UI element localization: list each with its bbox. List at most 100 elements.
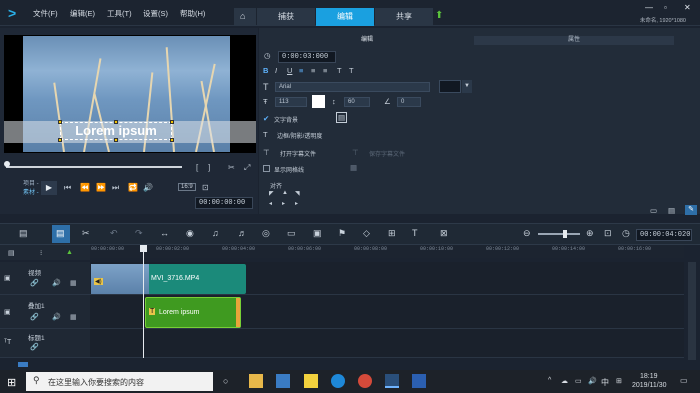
link-icon[interactable]: 🔗: [30, 313, 39, 321]
align-right-icon[interactable]: ≡: [323, 66, 327, 75]
align-top-right-icon[interactable]: ◥: [295, 190, 300, 197]
title-clip-trim-handle[interactable]: [236, 298, 240, 327]
tab-share[interactable]: 共享: [375, 8, 433, 26]
track-body-title[interactable]: [90, 329, 684, 358]
add-track-icon[interactable]: ▲: [66, 249, 73, 256]
windows-start-icon[interactable]: ⊞: [7, 376, 16, 389]
grid-settings-icon[interactable]: ▦: [350, 163, 357, 172]
title-clip[interactable]: T Lorem ipsum: [145, 297, 241, 328]
show-grid-label[interactable]: 显示网格线: [274, 165, 304, 174]
sound-mixer-icon[interactable]: ♫: [212, 228, 219, 238]
network-cloud-icon[interactable]: ☁: [561, 377, 568, 385]
border-shadow-icon[interactable]: T: [263, 130, 268, 139]
file-explorer-icon[interactable]: [249, 374, 263, 388]
store-icon[interactable]: [276, 374, 290, 388]
chapter-menu-icon[interactable]: ⁝: [40, 249, 42, 257]
panel-view-icon[interactable]: ▭: [650, 206, 657, 215]
strikethrough-icon[interactable]: T: [349, 66, 354, 75]
zoom-in-icon[interactable]: ⊕: [586, 228, 594, 239]
align-center-icon[interactable]: ≡: [311, 66, 315, 75]
next-frame-icon[interactable]: ⏩: [96, 183, 106, 192]
video-studio-taskbar-icon[interactable]: [385, 374, 399, 388]
open-subtitle-icon[interactable]: ⊤: [263, 148, 270, 157]
font-size-field[interactable]: 113: [275, 97, 307, 107]
mask-creator-icon[interactable]: ◇: [363, 228, 370, 239]
3d-title-icon[interactable]: T: [412, 228, 418, 238]
text-color-swatch[interactable]: [312, 95, 325, 108]
open-subtitle-label[interactable]: 打开字幕文件: [280, 149, 316, 158]
menu-settings[interactable]: 设置(S): [143, 8, 168, 19]
menu-file[interactable]: 文件(F): [33, 8, 58, 19]
aspect-ratio-select[interactable]: 16:9: [178, 183, 196, 191]
save-subtitle-label[interactable]: 保存字幕文件: [369, 149, 405, 158]
timeline-horizontal-scrollbar[interactable]: [18, 362, 28, 367]
mark-out-icon[interactable]: ]: [208, 163, 210, 172]
panel-list-icon[interactable]: ▤: [668, 206, 675, 215]
align-left-icon[interactable]: ◂: [269, 200, 272, 207]
show-grid-checkbox[interactable]: [263, 165, 270, 172]
zoom-slider[interactable]: [538, 233, 580, 235]
panel-edit-icon[interactable]: ✎: [685, 205, 697, 215]
menu-tools[interactable]: 工具(T): [107, 8, 132, 19]
word-icon[interactable]: [412, 374, 426, 388]
ime-mode-icon[interactable]: ⊞: [616, 377, 622, 385]
text-background-settings-icon[interactable]: ▤: [336, 112, 348, 123]
font-color-swatch[interactable]: [439, 80, 461, 93]
restore-icon[interactable]: ▫: [664, 3, 667, 12]
link-icon[interactable]: 🔗: [30, 343, 39, 351]
playhead[interactable]: [143, 245, 144, 358]
prev-frame-icon[interactable]: ⏪: [80, 183, 90, 192]
multi-camera-icon[interactable]: ▣: [313, 228, 322, 239]
tools-icon[interactable]: ✂: [82, 228, 90, 239]
link-icon[interactable]: 🔗: [30, 279, 39, 287]
ime-indicator[interactable]: 中: [601, 377, 609, 388]
task-view-icon[interactable]: ○: [223, 376, 228, 386]
play-button[interactable]: ▶: [41, 181, 57, 195]
track-header-video[interactable]: ▣ 视频 🔗 🔊 ▦: [0, 262, 90, 295]
undo-icon[interactable]: ↶: [110, 228, 118, 239]
tab-capture[interactable]: 捕获: [257, 8, 315, 26]
edge-browser-icon[interactable]: [331, 374, 345, 388]
grid-icon[interactable]: ▦: [70, 279, 77, 287]
checkbox-checked-icon[interactable]: ✔: [263, 114, 269, 123]
sticky-notes-icon[interactable]: [304, 374, 318, 388]
angle-field[interactable]: 0: [397, 97, 421, 107]
grid-icon[interactable]: ▦: [70, 313, 77, 321]
timeline-view-button[interactable]: ▤: [52, 225, 70, 243]
timeline-vertical-scrollbar[interactable]: [688, 262, 696, 360]
taskbar-time[interactable]: 18:19: [640, 373, 658, 380]
subtab-edit[interactable]: 编辑: [262, 36, 472, 45]
record-capture-icon[interactable]: ◉: [186, 228, 194, 239]
align-middle-icon[interactable]: ▸: [282, 200, 285, 207]
menu-help[interactable]: 帮助(H): [180, 8, 205, 19]
tab-edit[interactable]: 编辑: [316, 8, 374, 26]
line-spacing-field[interactable]: 60: [344, 97, 370, 107]
taskbar-date[interactable]: 2019/11/30: [632, 382, 667, 389]
bold-icon[interactable]: B: [263, 66, 268, 75]
expand-icon[interactable]: ⤢: [244, 163, 250, 173]
repeat-icon[interactable]: 🔁: [128, 183, 138, 192]
align-right-icon[interactable]: ▸: [295, 200, 298, 207]
tray-chevron-icon[interactable]: ^: [548, 377, 551, 384]
go-start-icon[interactable]: ⏮: [64, 183, 71, 193]
track-header-overlay[interactable]: ▣ 叠加1 🔗 🔊 ▦: [0, 295, 90, 329]
fit-timeline-icon[interactable]: ↔: [160, 228, 169, 238]
upload-icon[interactable]: ⬆: [435, 10, 443, 21]
close-icon[interactable]: ✕: [684, 3, 691, 12]
mute-icon[interactable]: 🔊: [52, 279, 61, 287]
vertical-text-icon[interactable]: T: [337, 66, 342, 75]
subtab-attribute[interactable]: 属性: [474, 36, 674, 45]
split-screen-icon[interactable]: ⊠: [440, 228, 448, 239]
scrub-knob[interactable]: [4, 161, 10, 167]
notification-center-icon[interactable]: ▭: [680, 376, 688, 385]
align-top-left-icon[interactable]: ◤: [269, 190, 274, 197]
font-color-dropdown-icon[interactable]: ▼: [462, 80, 472, 93]
fit-project-icon[interactable]: ⊡: [604, 228, 612, 239]
preview-timecode[interactable]: 00:00:00:00: [195, 197, 253, 209]
mark-in-icon[interactable]: [: [196, 163, 198, 172]
volume-tray-icon[interactable]: 🔊: [588, 377, 597, 385]
timeline-timecode[interactable]: 00:00:04:020: [636, 229, 692, 241]
duration-field[interactable]: 0:00:03:000: [278, 51, 336, 63]
minimize-icon[interactable]: —: [645, 3, 653, 12]
mute-icon[interactable]: 🔊: [52, 313, 61, 321]
